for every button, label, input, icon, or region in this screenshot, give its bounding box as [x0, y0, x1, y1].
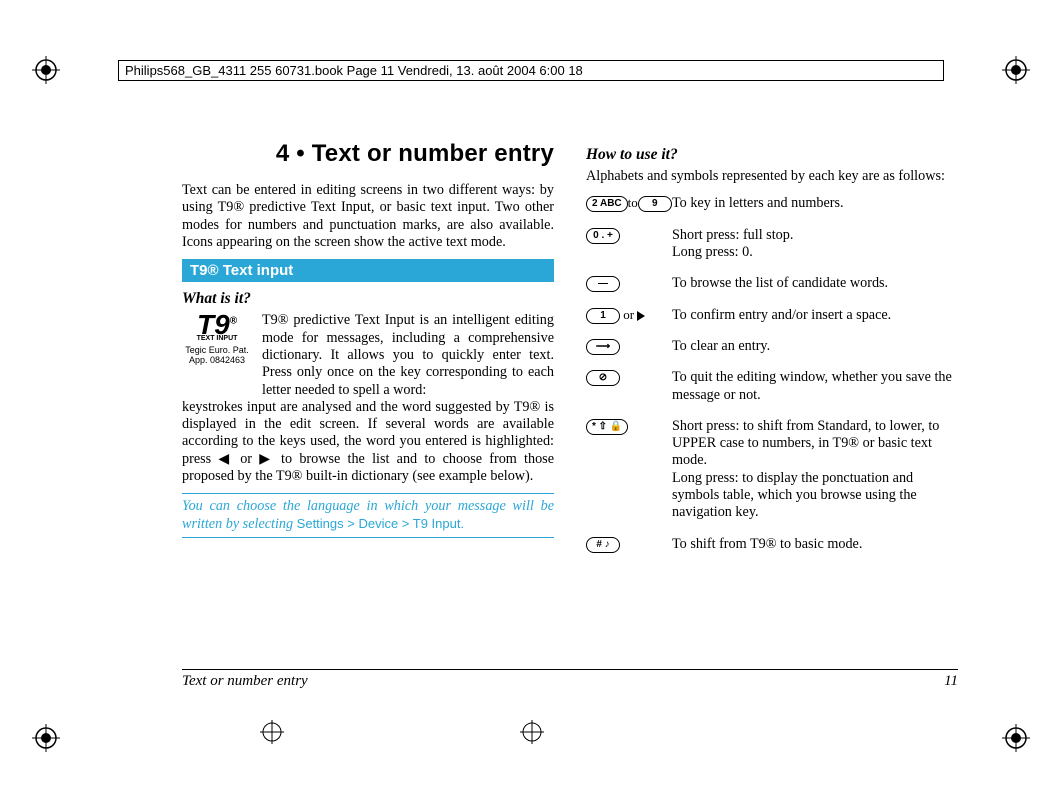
keycap-icon: 0 . +: [586, 228, 620, 244]
keycap-icon: 2 ABC: [586, 196, 628, 212]
table-row: # ♪ To shift from T9® to basic mode.: [586, 532, 958, 563]
table-row: 1 or To confirm entry and/or insert a sp…: [586, 303, 958, 334]
keycap-icon: ⊘: [586, 370, 620, 386]
right-arrow-icon: [637, 311, 645, 321]
key-desc: To confirm entry and/or insert a space.: [672, 303, 958, 334]
subheading-what: What is it?: [182, 290, 554, 308]
right-column: How to use it? Alphabets and symbols rep…: [586, 140, 958, 658]
key-cell: —: [586, 271, 672, 302]
t9-logo-block: T9® TEXT INPUT Tegic Euro. Pat. App. 084…: [182, 312, 252, 399]
key-cell: ⊘: [586, 365, 672, 414]
crop-mark-icon: [1002, 56, 1030, 84]
keycap-icon: ⟶: [586, 339, 620, 355]
registration-mark-icon: [520, 720, 544, 744]
page-footer: Text or number entry 11: [182, 669, 958, 690]
table-row: 2 ABCto9 To key in letters and numbers.: [586, 191, 958, 222]
subheading-how: How to use it?: [586, 146, 958, 164]
key-cell: 0 . +: [586, 223, 672, 272]
key-cell: 2 ABCto9: [586, 191, 672, 222]
key-desc: To clear an entry.: [672, 334, 958, 365]
crop-mark-icon: [32, 56, 60, 84]
table-row: 0 . + Short press: full stop. Long press…: [586, 223, 958, 272]
keycap-icon: 9: [638, 196, 672, 212]
crop-mark-icon: [32, 724, 60, 752]
what-paragraph-wrapped: T9® predictive Text Input is an intellig…: [262, 312, 554, 399]
footer-title: Text or number entry: [182, 673, 308, 690]
keycap-icon: * ⇧ 🔒: [586, 419, 628, 435]
print-header: Philips568_GB_4311 255 60731.book Page 1…: [118, 60, 944, 81]
registration-mark-icon: [260, 720, 284, 744]
key-desc: To key in letters and numbers.: [672, 191, 958, 222]
what-paragraph-rest: keystrokes input are analysed and the wo…: [182, 399, 554, 486]
key-table: 2 ABCto9 To key in letters and numbers. …: [586, 191, 958, 563]
t9-logo-icon: T9®: [182, 312, 252, 337]
keycap-icon: # ♪: [586, 537, 620, 553]
print-header-text: Philips568_GB_4311 255 60731.book Page 1…: [125, 63, 583, 78]
table-row: * ⇧ 🔒 Short press: to shift from Standar…: [586, 414, 958, 532]
t9-patent-text: Tegic Euro. Pat. App. 0842463: [182, 346, 252, 366]
how-intro: Alphabets and symbols represented by eac…: [586, 168, 958, 185]
key-desc: Short press: to shift from Standard, to …: [672, 414, 958, 532]
key-cell: 1 or: [586, 303, 672, 334]
keycap-icon: 1: [586, 308, 620, 324]
what-paragraph-rest-text: keystrokes input are analysed and the wo…: [182, 399, 554, 484]
footer-page-number: 11: [944, 673, 958, 690]
tip-link: Settings > Device > T9 Input.: [297, 516, 464, 531]
section-heading: T9® Text input: [182, 259, 554, 282]
left-column: 4 • Text or number entry Text can be ent…: [182, 140, 554, 658]
key-join: to: [628, 195, 638, 210]
intro-paragraph: Text can be entered in editing screens i…: [182, 182, 554, 251]
tip-box: You can choose the language in which you…: [182, 493, 554, 538]
key-join: or: [623, 307, 634, 322]
key-desc: To browse the list of candidate words.: [672, 271, 958, 302]
table-row: ⟶ To clear an entry.: [586, 334, 958, 365]
table-row: — To browse the list of candidate words.: [586, 271, 958, 302]
chapter-title: 4 • Text or number entry: [182, 140, 554, 168]
key-cell: ⟶: [586, 334, 672, 365]
t9-logo-sub: TEXT INPUT: [182, 335, 252, 342]
key-cell: * ⇧ 🔒: [586, 414, 672, 532]
key-desc: To quit the editing window, whether you …: [672, 365, 958, 414]
keycap-icon: —: [586, 276, 620, 292]
crop-mark-icon: [1002, 724, 1030, 752]
page-body: 4 • Text or number entry Text can be ent…: [182, 140, 958, 658]
table-row: ⊘ To quit the editing window, whether yo…: [586, 365, 958, 414]
key-desc: Short press: full stop. Long press: 0.: [672, 223, 958, 272]
key-cell: # ♪: [586, 532, 672, 563]
key-desc: To shift from T9® to basic mode.: [672, 532, 958, 563]
